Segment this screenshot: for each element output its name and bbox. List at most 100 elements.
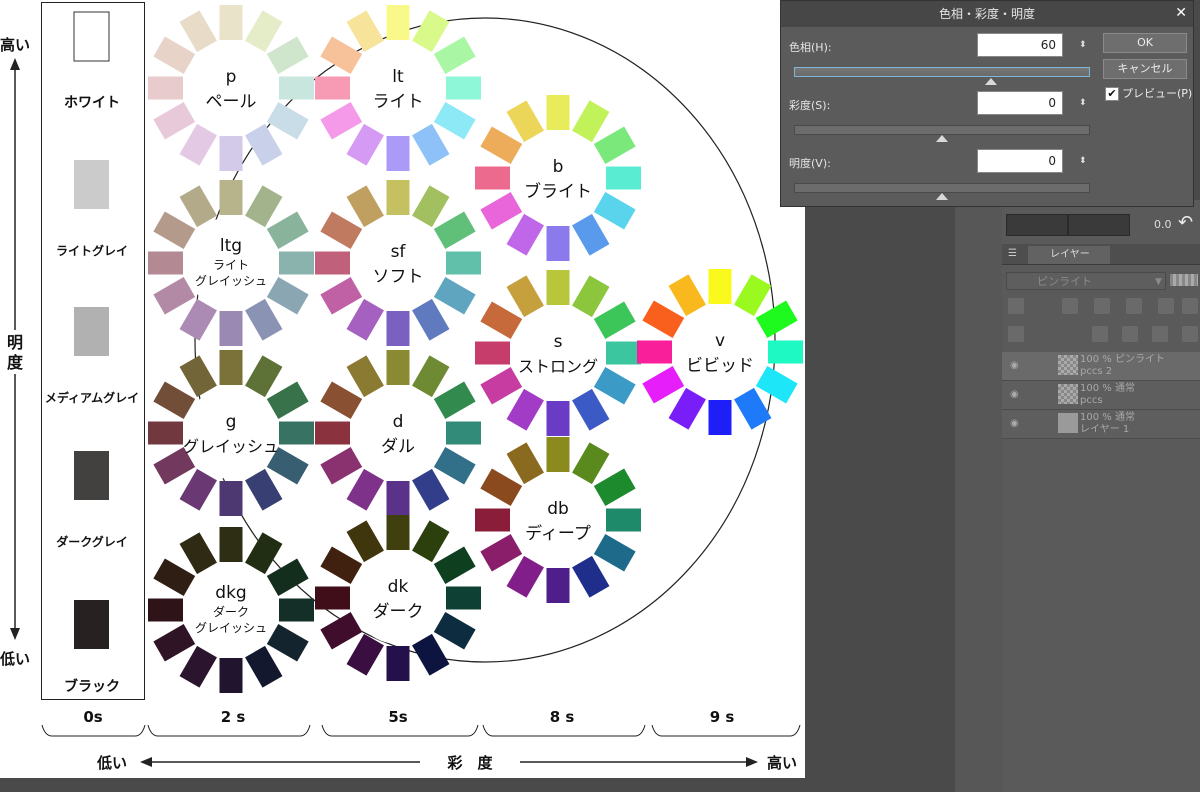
tab-layer[interactable]: レイヤー — [1028, 246, 1110, 264]
hue-swatch — [446, 586, 481, 610]
image-canvas[interactable]: 高い 低い明度ホワイト ライトグレイ メディアムグレイ ダークグレイ ブラック p ペール lt… — [0, 0, 805, 778]
curve-preset-2[interactable] — [1068, 214, 1130, 236]
value-input[interactable]: 0 — [977, 149, 1063, 173]
saturation-spinner-icon[interactable]: ⬍ — [1079, 99, 1087, 108]
hue-swatch — [153, 102, 196, 140]
hue-swatch — [637, 340, 672, 364]
hue-swatch — [572, 213, 610, 256]
hue-swatch — [266, 277, 309, 315]
hue-swatch — [148, 421, 183, 445]
value-axis-low: 低い — [0, 650, 30, 668]
hue-swatch — [315, 76, 350, 100]
hue-swatch — [446, 421, 481, 445]
new-vector-layer-icon[interactable] — [1122, 326, 1138, 342]
hue-swatch — [346, 633, 384, 676]
tone-name: ライト — [373, 92, 424, 112]
tone-ring-center — [352, 42, 444, 134]
saturation-input[interactable]: 0 — [977, 91, 1063, 115]
grey-label: ライトグレイ — [56, 243, 128, 258]
lock-icon[interactable] — [1158, 298, 1174, 314]
tone-abbr: g — [226, 412, 237, 432]
hue-swatch — [475, 341, 510, 365]
hue-swatch — [219, 180, 243, 215]
pccs-tone-diagram: 高い低い明度ホワイトライトグレイメディアムグレイダークグレイブラックpペールlt… — [0, 2, 803, 772]
grey-swatch — [74, 307, 109, 356]
saturation-slider[interactable] — [794, 125, 1090, 135]
hue-swatch — [593, 192, 636, 230]
grey-label: ブラック — [64, 678, 120, 695]
hue-slider[interactable] — [794, 67, 1090, 77]
column-label: 0s — [83, 708, 102, 726]
tone-abbr: s — [554, 332, 563, 352]
preview-option[interactable]: ✔ プレビュー(P) — [1105, 85, 1192, 101]
saturation-axis-arrow-right — [746, 757, 758, 767]
hue-swatch — [179, 532, 217, 575]
value-slider-thumb[interactable] — [936, 193, 948, 200]
hue-swatch — [433, 102, 476, 140]
hue-swatch — [245, 298, 283, 341]
tone-ring — [475, 95, 641, 261]
hue-swatch — [266, 211, 309, 249]
value-slider[interactable] — [794, 183, 1090, 193]
eye-icon[interactable]: ◉ — [1010, 360, 1019, 371]
ruler-icon[interactable] — [1094, 298, 1110, 314]
hue-swatch — [219, 5, 243, 40]
saturation-axis-arrow-left — [140, 757, 152, 767]
opacity-slider[interactable] — [1170, 274, 1198, 286]
preview-checkbox[interactable]: ✔ — [1105, 87, 1119, 101]
hue-swatch — [386, 515, 410, 550]
tone-name: ダーク — [373, 602, 424, 622]
layer-row[interactable]: ◉ 100 % ピンライト pccs 2 — [1002, 352, 1200, 381]
mask-icon[interactable] — [1062, 298, 1078, 314]
hue-swatch — [433, 277, 476, 315]
layer-stack-icon[interactable] — [1008, 326, 1024, 342]
hue-swatch — [433, 612, 476, 650]
hue-swatch — [320, 546, 363, 584]
grey-label: ホワイト — [64, 95, 120, 111]
hue-swatch — [734, 387, 772, 430]
hue-swatch — [219, 658, 243, 693]
layer-row[interactable]: ◉ 100 % 通常 pccs — [1002, 381, 1200, 410]
color-icon[interactable] — [1126, 298, 1142, 314]
tone-name: ダル — [381, 437, 415, 457]
eye-icon[interactable]: ◉ — [1010, 418, 1019, 429]
hue-swatch — [386, 350, 410, 385]
hue-input[interactable]: 60 — [977, 33, 1063, 57]
blend-mode-value: ピンライト — [1037, 275, 1092, 288]
new-layer-icon[interactable] — [1092, 326, 1108, 342]
value-axis-arrow-down — [10, 628, 20, 640]
panel-menu-icon[interactable]: ☰ — [1008, 248, 1017, 259]
new-folder-icon[interactable] — [1152, 326, 1168, 342]
hue-swatch — [506, 213, 544, 256]
hue-swatch — [320, 381, 363, 419]
ok-button[interactable]: OK — [1103, 33, 1187, 53]
curve-preset-1[interactable] — [1006, 214, 1068, 236]
close-icon[interactable]: ✕ — [1175, 5, 1187, 21]
hue-swatch — [480, 126, 523, 164]
hue-spinner-icon[interactable]: ⬍ — [1079, 41, 1087, 50]
chevron-down-icon: ▼ — [1155, 277, 1162, 287]
grey-swatch — [74, 600, 109, 649]
hue-swatch — [386, 5, 410, 40]
layer-row[interactable]: ◉ 100 % 通常 レイヤー 1 — [1002, 410, 1200, 439]
undo-icon[interactable]: ↶ — [1178, 212, 1193, 233]
hue-swatch — [245, 468, 283, 511]
layer-mode: 100 % 通常 — [1080, 412, 1135, 423]
cancel-button[interactable]: キャンセル — [1103, 59, 1187, 79]
layer-info: 100 % ピンライト pccs 2 — [1080, 354, 1165, 378]
hue-swatch — [279, 251, 314, 275]
lock-alpha-icon[interactable] — [1182, 298, 1198, 314]
color-swatch-icon[interactable] — [1008, 298, 1024, 314]
merge-icon[interactable] — [1182, 326, 1198, 342]
blend-mode-select[interactable]: ピンライト ▼ — [1006, 272, 1166, 290]
value-axis-title: 明 — [7, 333, 23, 352]
tone-ring-center — [185, 42, 277, 134]
eye-icon[interactable]: ◉ — [1010, 389, 1019, 400]
saturation-slider-thumb[interactable] — [936, 135, 948, 142]
tone-abbr: db — [547, 499, 569, 519]
hue-swatch — [219, 350, 243, 385]
value-axis-high: 高い — [0, 36, 30, 54]
value-spinner-icon[interactable]: ⬍ — [1079, 157, 1087, 166]
hue-slider-thumb[interactable] — [985, 78, 997, 85]
layer-name: pccs 2 — [1080, 366, 1113, 377]
